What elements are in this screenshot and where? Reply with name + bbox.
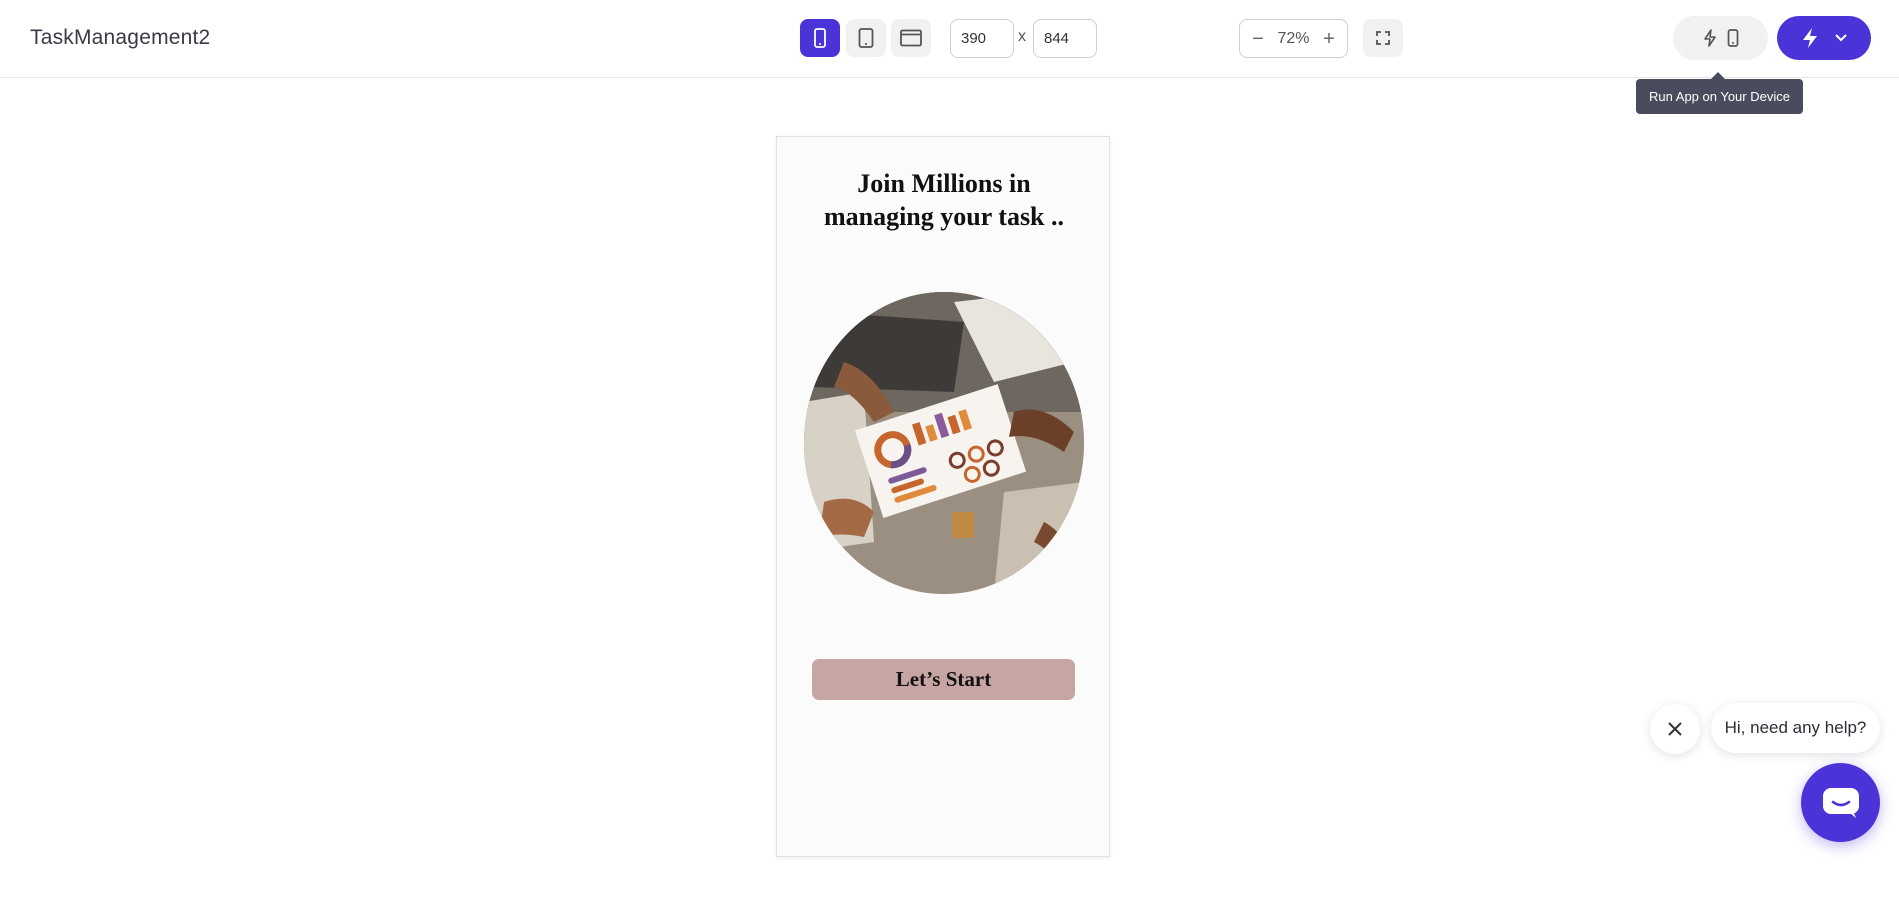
width-input[interactable]: 390 [950,19,1014,58]
run-on-device-button[interactable] [1673,16,1768,60]
fullscreen-icon [1376,31,1390,45]
app-title: TaskManagement2 [30,26,211,49]
fullscreen-button[interactable] [1363,19,1403,57]
bolt-icon [1703,29,1716,47]
chevron-down-icon [1835,34,1847,42]
zoom-out-button[interactable]: − [1250,29,1266,49]
chat-icon [1822,787,1859,818]
lets-start-button[interactable]: Let’s Start [812,659,1075,700]
phone-icon [814,28,826,48]
top-toolbar: TaskManagement2 390 x 844 − 72% + [0,0,1899,78]
height-input[interactable]: 844 [1033,19,1097,58]
hero-image [804,292,1084,594]
zoom-level: 72% [1277,29,1310,47]
phone-icon [1727,29,1738,47]
phone-view-button[interactable] [800,19,840,57]
tablet-view-button[interactable] [846,19,886,57]
chat-close-button[interactable] [1650,704,1700,754]
zoom-in-button[interactable]: + [1321,29,1337,49]
zoom-control: − 72% + [1239,19,1348,58]
close-icon [1668,722,1682,736]
welcome-heading-line2: managing your task .. [823,202,1065,231]
chat-launcher-button[interactable] [1801,763,1880,842]
welcome-heading: Join Millions in managing your task .. [777,167,1111,233]
size-separator: x [1018,28,1026,45]
run-app-tooltip: Run App on Your Device [1636,72,1803,114]
chat-greeting-bubble[interactable]: Hi, need any help? [1711,703,1880,753]
bolt-icon [1803,28,1817,48]
welcome-heading-line1: Join Millions in [857,169,1031,198]
run-app-button[interactable] [1777,16,1871,60]
device-preview: Join Millions in managing your task .. L… [776,136,1110,857]
desktop-icon [900,29,922,47]
tablet-icon [858,28,874,48]
desktop-view-button[interactable] [891,19,931,57]
